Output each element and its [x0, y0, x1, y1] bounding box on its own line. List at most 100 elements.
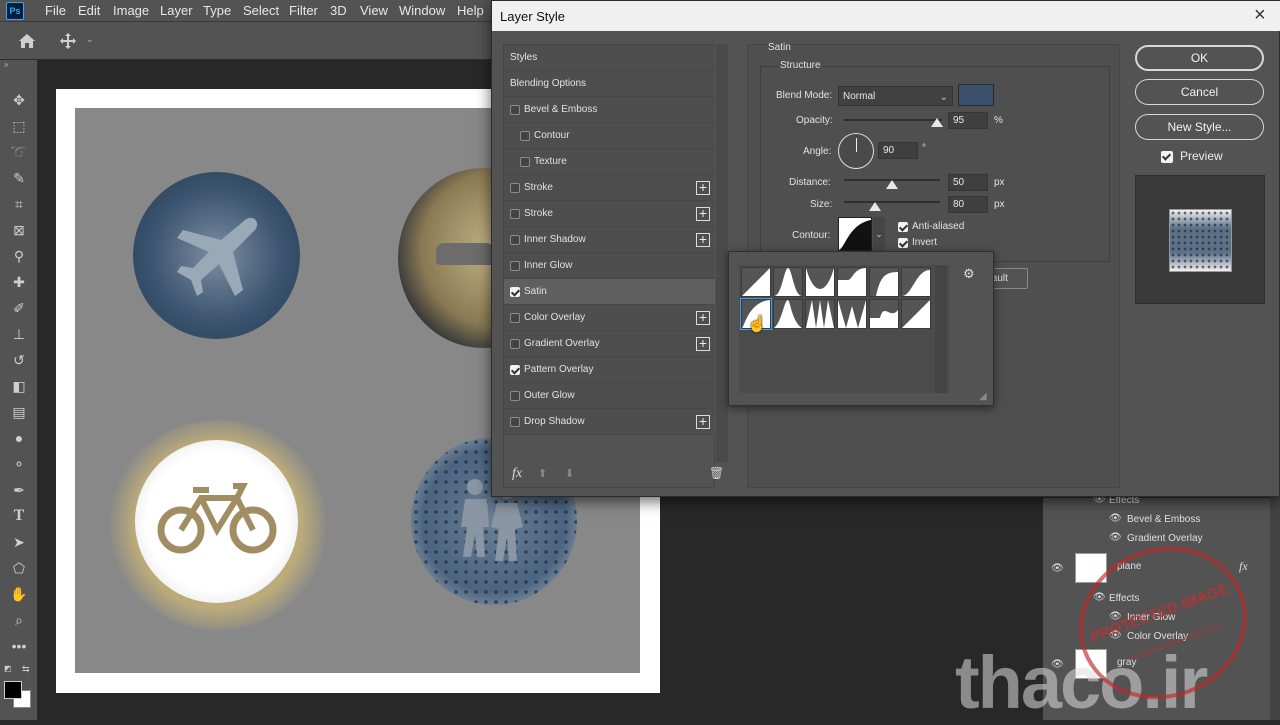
menu-item[interactable]: Layer	[160, 3, 193, 18]
style-row[interactable]: Outer Glow	[504, 383, 715, 409]
style-checkbox[interactable]	[510, 209, 520, 219]
contour-grid-scrollbar[interactable]	[935, 265, 947, 393]
menu-item[interactable]: Help	[457, 3, 484, 18]
contour-thumbnail[interactable]	[838, 217, 872, 251]
anti-aliased-checkbox[interactable]	[898, 222, 908, 232]
blur-tool-icon[interactable]: ●	[8, 428, 30, 448]
preview-checkbox[interactable]	[1161, 151, 1173, 163]
menu-item[interactable]: Image	[113, 3, 149, 18]
style-checkbox[interactable]	[510, 339, 520, 349]
ok-button[interactable]: OK	[1135, 45, 1264, 71]
add-style-icon[interactable]: +	[696, 206, 710, 221]
menu-item[interactable]: File	[45, 3, 66, 18]
move-up-icon[interactable]: ⬆	[538, 467, 547, 480]
type-tool-icon[interactable]: T	[8, 506, 30, 526]
quick-selection-tool-icon[interactable]: ✎	[8, 168, 30, 188]
visibility-eye-icon[interactable]: 👁	[1109, 513, 1122, 524]
style-row[interactable]: Blending Options	[504, 71, 715, 97]
menu-item[interactable]: Filter	[289, 3, 318, 18]
menu-item[interactable]: 3D	[330, 3, 347, 18]
style-checkbox[interactable]	[510, 391, 520, 401]
gear-icon[interactable]: ⚙	[963, 266, 975, 282]
add-style-icon[interactable]: +	[696, 336, 710, 351]
contour-preset[interactable]	[773, 299, 803, 329]
lasso-tool-icon[interactable]: ➰	[8, 142, 30, 162]
contour-preset[interactable]	[773, 267, 803, 297]
cancel-button[interactable]: Cancel	[1135, 79, 1264, 105]
style-checkbox[interactable]	[510, 365, 520, 375]
contour-preset[interactable]	[805, 299, 835, 329]
add-style-icon[interactable]: +	[696, 414, 710, 429]
style-checkbox[interactable]	[510, 183, 520, 193]
dodge-tool-icon[interactable]: ⚬	[8, 454, 30, 474]
contour-preset[interactable]	[741, 267, 771, 297]
style-row[interactable]: Stroke +	[504, 175, 715, 201]
trash-icon[interactable]: 🗑	[709, 466, 724, 480]
close-icon[interactable]: ×	[1254, 4, 1266, 27]
swap-colors-icon[interactable]: ⇆	[22, 664, 30, 675]
frame-tool-icon[interactable]: ⊠	[8, 220, 30, 240]
style-row[interactable]: Stroke +	[504, 201, 715, 227]
move-down-icon[interactable]: ⬇	[565, 467, 574, 480]
opacity-slider-thumb[interactable]	[931, 118, 944, 127]
eyedropper-tool-icon[interactable]: ⚲	[8, 246, 30, 266]
style-row[interactable]: Texture	[504, 149, 715, 175]
contour-preset[interactable]	[901, 267, 931, 297]
style-row[interactable]: Satin	[504, 279, 715, 305]
opacity-slider[interactable]	[844, 119, 942, 121]
contour-preset[interactable]	[869, 267, 899, 297]
move-tool-icon[interactable]	[60, 33, 80, 49]
menu-item[interactable]: Type	[203, 3, 231, 18]
style-row[interactable]: Bevel & Emboss	[504, 97, 715, 123]
contour-preset[interactable]	[837, 299, 867, 329]
style-checkbox[interactable]	[510, 417, 520, 427]
style-row[interactable]: Inner Glow	[504, 253, 715, 279]
style-row[interactable]: Inner Shadow +	[504, 227, 715, 253]
fx-icon[interactable]: fx	[1239, 559, 1248, 574]
angle-dial[interactable]	[838, 133, 874, 169]
style-checkbox[interactable]	[510, 235, 520, 245]
angle-input[interactable]: 90	[878, 142, 918, 159]
pen-tool-icon[interactable]: ✒	[8, 480, 30, 500]
style-checkbox[interactable]	[520, 131, 530, 141]
more-tools-icon[interactable]: •••	[8, 636, 30, 656]
style-checkbox[interactable]	[510, 313, 520, 323]
collapse-icon[interactable]: »	[4, 60, 8, 69]
contour-preset[interactable]	[901, 299, 931, 329]
new-style-button[interactable]: New Style...	[1135, 114, 1264, 140]
default-colors-icon[interactable]: ◩	[4, 664, 12, 673]
styles-list-scrollbar[interactable]	[716, 44, 728, 462]
hand-tool-icon[interactable]: ✋	[8, 584, 30, 604]
foreground-color-swatch[interactable]	[4, 681, 22, 699]
menu-item[interactable]: View	[360, 3, 388, 18]
style-row[interactable]: Contour	[504, 123, 715, 149]
menu-item[interactable]: Window	[399, 3, 445, 18]
eraser-tool-icon[interactable]: ◧	[8, 376, 30, 396]
stamp-tool-icon[interactable]: ⊥	[8, 324, 30, 344]
menu-item[interactable]: Edit	[78, 3, 100, 18]
invert-checkbox[interactable]	[898, 238, 908, 248]
fx-menu-button[interactable]: fx	[512, 466, 522, 482]
marquee-tool-icon[interactable]: ⬚	[8, 116, 30, 136]
healing-brush-tool-icon[interactable]: ✚	[8, 272, 30, 292]
add-style-icon[interactable]: +	[696, 232, 710, 247]
style-checkbox[interactable]	[510, 261, 520, 271]
brush-tool-icon[interactable]: ✐	[8, 298, 30, 318]
path-selection-tool-icon[interactable]: ➤	[8, 532, 30, 552]
blend-mode-select[interactable]: Normal ⌄	[838, 86, 953, 106]
home-icon[interactable]	[18, 33, 36, 49]
chevron-down-icon[interactable]: ⌄	[86, 34, 94, 45]
resize-grip-icon[interactable]: ◢	[979, 391, 987, 402]
contour-preset[interactable]	[869, 299, 899, 329]
visibility-eye-icon[interactable]: 👁	[1051, 563, 1064, 574]
size-slider[interactable]	[844, 201, 940, 203]
contour-preset[interactable]	[805, 267, 835, 297]
zoom-tool-icon[interactable]: ⌕	[8, 610, 30, 630]
shape-tool-icon[interactable]: ⬠	[8, 558, 30, 578]
visibility-eye-icon[interactable]: 👁	[1109, 532, 1122, 543]
gradient-tool-icon[interactable]: ▤	[8, 402, 30, 422]
menu-item[interactable]: Select	[243, 3, 279, 18]
history-brush-tool-icon[interactable]: ↺	[8, 350, 30, 370]
move-tool-icon[interactable]: ✥	[8, 90, 30, 110]
contour-dropdown-icon[interactable]: ⌄	[873, 217, 885, 251]
